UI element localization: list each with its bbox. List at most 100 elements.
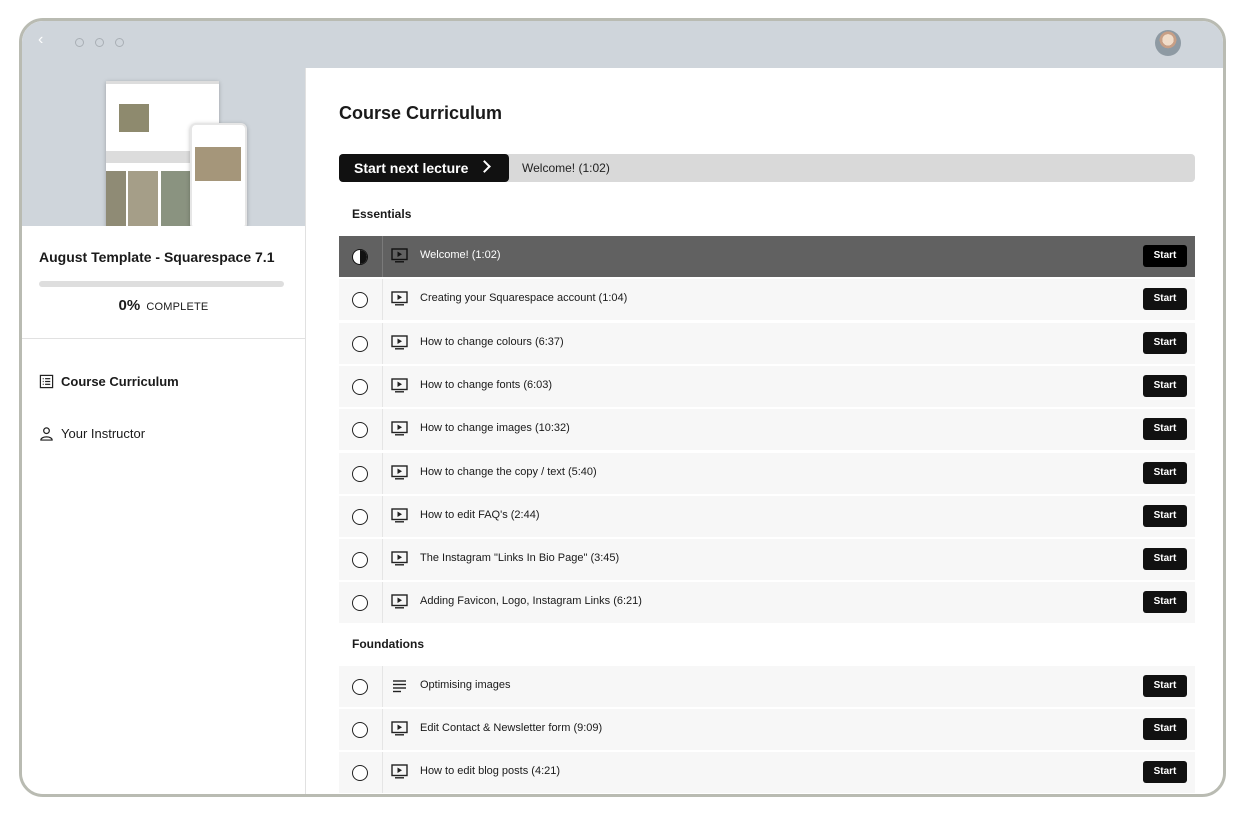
start-lecture-button[interactable]: Start [1143, 462, 1187, 484]
sidebar: August Template - Squarespace 7.1 0% COM… [22, 68, 306, 794]
lecture-row[interactable]: The Instagram "Links In Bio Page" (3:45)… [339, 539, 1195, 580]
next-lecture-title[interactable]: Welcome! (1:02) [522, 161, 610, 175]
row-divider [382, 496, 383, 537]
lecture-title: How to change images (10:32) [420, 422, 570, 434]
lecture-title: How to edit blog posts (4:21) [420, 765, 561, 777]
row-divider [382, 409, 383, 450]
video-icon [391, 508, 408, 523]
circle-icon [352, 765, 368, 781]
start-lecture-button[interactable]: Start [1143, 245, 1187, 267]
lecture-row[interactable]: Welcome! (1:02) Start [339, 236, 1195, 277]
video-icon [391, 465, 408, 480]
start-lecture-button[interactable]: Start [1143, 332, 1187, 354]
video-icon [391, 551, 408, 566]
progress-status: 0% COMPLETE [22, 297, 305, 314]
progress-complete-label: COMPLETE [146, 301, 209, 313]
video-icon [391, 378, 408, 393]
video-icon [391, 335, 408, 350]
lecture-title: Creating your Squarespace account (1:04) [420, 292, 628, 304]
circle-icon [352, 466, 368, 482]
video-icon [391, 764, 408, 779]
row-divider [382, 709, 383, 750]
start-lecture-button[interactable]: Start [1143, 418, 1187, 440]
circle-icon [352, 292, 368, 308]
main-content: Course Curriculum Start next lecture Wel… [306, 68, 1223, 794]
circle-icon [352, 679, 368, 695]
start-lecture-button[interactable]: Start [1143, 761, 1187, 783]
sidebar-item-your-instructor[interactable]: Your Instructor [39, 426, 145, 441]
row-divider [382, 236, 383, 277]
start-lecture-button[interactable]: Start [1143, 548, 1187, 570]
lecture-row[interactable]: How to change fonts (6:03) Start [339, 366, 1195, 407]
course-thumbnail [22, 68, 305, 226]
lecture-title: How to edit FAQ's (2:44) [420, 509, 540, 521]
start-lecture-button[interactable]: Start [1143, 718, 1187, 740]
lecture-title: The Instagram "Links In Bio Page" (3:45) [420, 552, 620, 564]
progress-bar [39, 281, 284, 287]
lecture-row[interactable]: How to change images (10:32) Start [339, 409, 1195, 450]
window-dot-icon [75, 38, 84, 47]
lecture-title: Optimising images [420, 679, 511, 691]
sidebar-item-label: Course Curriculum [61, 374, 179, 389]
template-phone-preview [190, 123, 247, 226]
video-icon [391, 291, 408, 306]
lecture-row[interactable]: How to change the copy / text (5:40) Star… [339, 453, 1195, 494]
start-lecture-button[interactable]: Start [1143, 375, 1187, 397]
lecture-row[interactable]: How to edit FAQ's (2:44) Start [339, 496, 1195, 537]
half-circle-icon [352, 249, 368, 265]
course-title: August Template - Squarespace 7.1 [39, 249, 275, 265]
window-dot-icon [115, 38, 124, 47]
video-icon [391, 594, 408, 609]
circle-icon [352, 509, 368, 525]
video-icon [391, 721, 408, 736]
lecture-title: Edit Contact & Newsletter form (9:09) [420, 722, 603, 734]
list-icon [39, 374, 54, 389]
back-icon[interactable]: ‹ [38, 31, 43, 49]
sidebar-item-label: Your Instructor [61, 426, 146, 441]
sidebar-divider [22, 338, 305, 339]
circle-icon [352, 595, 368, 611]
circle-icon [352, 336, 368, 352]
start-next-lecture-button[interactable]: Start next lecture [339, 154, 509, 182]
circle-icon [352, 722, 368, 738]
next-lecture-bar: Start next lecture Welcome! (1:02) [339, 154, 1195, 182]
text-icon [391, 678, 408, 693]
row-divider [382, 582, 383, 623]
lecture-title: How to change the copy / text (5:40) [420, 466, 597, 478]
video-icon [391, 421, 408, 436]
sidebar-item-course-curriculum[interactable]: Course Curriculum [39, 374, 179, 389]
progress-percent: 0% [118, 297, 141, 314]
lecture-row[interactable]: Optimising images Start [339, 666, 1195, 707]
user-icon [40, 427, 53, 441]
lecture-title: Adding Favicon, Logo, Instagram Links (6… [420, 595, 642, 607]
row-divider [382, 752, 383, 793]
start-lecture-button[interactable]: Start [1143, 505, 1187, 527]
chevron-right-icon [478, 160, 491, 173]
row-divider [382, 323, 383, 364]
lecture-title: How to change colours (6:37) [420, 336, 564, 348]
browser-topbar: ‹ [22, 21, 1223, 68]
avatar[interactable] [1155, 30, 1181, 56]
row-divider [382, 453, 383, 494]
lecture-row[interactable]: How to edit blog posts (4:21) Start [339, 752, 1195, 793]
app-window: ‹ August Template - Squarespace 7.1 0% C… [19, 18, 1226, 797]
section-title: Essentials [352, 207, 412, 221]
circle-icon [352, 379, 368, 395]
window-dot-icon [95, 38, 104, 47]
section-title: Foundations [352, 636, 424, 651]
row-divider [382, 666, 383, 707]
row-divider [382, 539, 383, 580]
video-icon [391, 248, 408, 263]
page-title: Course Curriculum [339, 103, 503, 123]
start-lecture-button[interactable]: Start [1143, 288, 1187, 310]
lecture-row[interactable]: Edit Contact & Newsletter form (9:09) Sta… [339, 709, 1195, 750]
lecture-row[interactable]: Creating your Squarespace account (1:04)… [339, 279, 1195, 320]
start-lecture-button[interactable]: Start [1143, 675, 1187, 697]
circle-icon [352, 422, 368, 438]
row-divider [382, 279, 383, 320]
circle-icon [352, 552, 368, 568]
lecture-row[interactable]: Adding Favicon, Logo, Instagram Links (6… [339, 582, 1195, 623]
lecture-row[interactable]: How to change colours (6:37) Start [339, 323, 1195, 364]
lecture-title: How to change fonts (6:03) [420, 379, 553, 391]
start-lecture-button[interactable]: Start [1143, 591, 1187, 613]
